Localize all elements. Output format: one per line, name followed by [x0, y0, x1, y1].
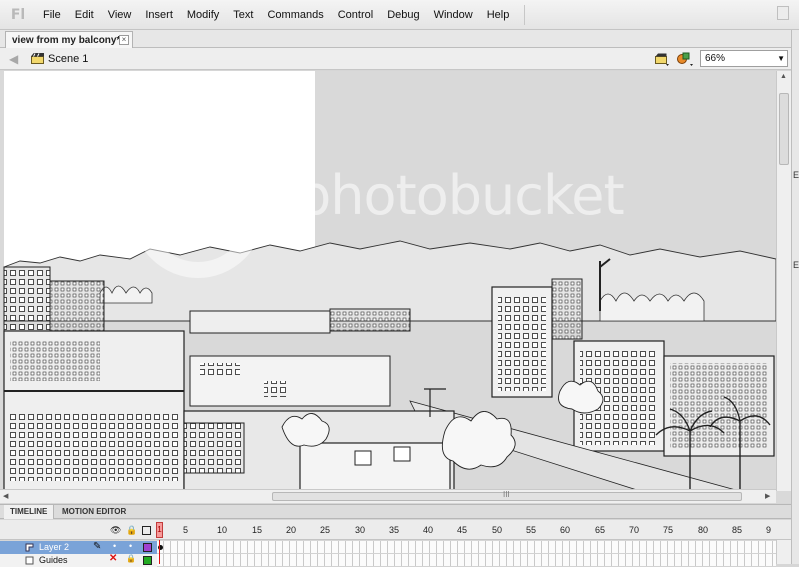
layer-color-swatch[interactable] — [143, 543, 152, 552]
pencil-icon: ✎ — [93, 541, 102, 552]
menu-debug[interactable]: Debug — [380, 0, 426, 30]
menu-modify[interactable]: Modify — [180, 0, 226, 30]
playhead[interactable]: 1 — [156, 522, 163, 538]
frame-number: 35 — [389, 525, 400, 535]
right-panel-edge: E E — [791, 30, 799, 564]
layer-name-cell[interactable]: Layer 2 ✎ • • — [0, 541, 157, 554]
layer-name[interactable]: Layer 2 — [39, 542, 69, 552]
frame-number: 9 — [766, 525, 772, 535]
document-title: view from my balcony* — [12, 34, 121, 46]
timeline-header: 👁 🔒 1 5 10 15 20 25 30 35 40 45 50 55 60… — [0, 520, 791, 540]
lock-icon[interactable]: 🔒 — [126, 554, 136, 563]
lock-icon[interactable]: 🔒 — [126, 525, 137, 536]
menu-commands[interactable]: Commands — [260, 0, 330, 30]
app-logo: Fl — [10, 6, 26, 23]
frame-number: 70 — [629, 525, 640, 535]
zoom-select[interactable]: 66% ▼ — [700, 50, 788, 67]
menu-file[interactable]: File — [36, 0, 68, 30]
menu-view[interactable]: View — [101, 0, 139, 30]
frame-number: 20 — [286, 525, 297, 535]
frame-number: 65 — [595, 525, 606, 535]
visibility-dot[interactable]: • — [113, 541, 116, 551]
layer-name-cell[interactable]: Guides ✕ 🔒 — [0, 553, 157, 567]
edit-bar: ◀ Scene 1 66% ▼ — [0, 48, 791, 70]
document-tab-bar: view from my balcony* × — [0, 30, 791, 48]
frame-number: 40 — [423, 525, 434, 535]
tab-timeline[interactable]: TIMELINE — [4, 505, 55, 519]
frame-number: 25 — [320, 525, 331, 535]
menu-text[interactable]: Text — [226, 0, 260, 30]
stage-area[interactable]: photobucket ▲ ◀ III ▶ — [0, 71, 791, 503]
frame-number: 15 — [252, 525, 263, 535]
scroll-up-icon[interactable]: ▲ — [780, 73, 787, 80]
zoom-value: 66% — [705, 53, 726, 64]
edit-scene-icon[interactable] — [654, 51, 670, 67]
scroll-right-icon[interactable]: ▶ — [765, 492, 770, 500]
lock-dot[interactable]: • — [129, 541, 132, 551]
scroll-left-icon[interactable]: ◀ — [3, 492, 8, 500]
edit-symbols-icon[interactable] — [676, 51, 694, 67]
chevron-down-icon: ▼ — [777, 54, 785, 63]
layer-frames[interactable] — [157, 554, 776, 567]
outline-icon[interactable] — [142, 526, 151, 535]
frame-number: 80 — [698, 525, 709, 535]
frame-number: 60 — [560, 525, 571, 535]
menu-insert[interactable]: Insert — [138, 0, 180, 30]
menu-help[interactable]: Help — [480, 0, 517, 30]
menu-bar: Fl File Edit View Insert Modify Text Com… — [0, 0, 799, 30]
artwork-city-drawing[interactable] — [0, 71, 776, 491]
stage-horizontal-scrollbar[interactable]: ◀ III ▶ — [0, 489, 776, 503]
scene-icon — [31, 53, 44, 64]
hidden-x-icon[interactable]: ✕ — [109, 553, 117, 564]
document-tab[interactable]: view from my balcony* × — [5, 31, 133, 48]
menu-edit[interactable]: Edit — [68, 0, 101, 30]
frame-number: 75 — [663, 525, 674, 535]
frame-number: 5 — [183, 525, 189, 535]
frame-number: 55 — [526, 525, 537, 535]
layer-row[interactable]: Layer 2 ✎ • • — [0, 541, 791, 554]
close-icon[interactable]: × — [119, 35, 129, 45]
scene-label[interactable]: Scene 1 — [48, 53, 88, 65]
eye-icon[interactable]: 👁 — [110, 525, 121, 536]
panel-tag[interactable]: E — [793, 260, 799, 270]
layer-frames[interactable] — [157, 541, 776, 554]
frame-number: 45 — [457, 525, 468, 535]
layer-row[interactable]: Guides ✕ 🔒 — [0, 553, 791, 567]
frame-number: 30 — [355, 525, 366, 535]
tab-motion-editor[interactable]: MOTION EDITOR — [56, 505, 132, 519]
timeline-tab-bar: TIMELINE MOTION EDITOR — [0, 504, 791, 519]
playhead-line — [159, 540, 160, 564]
back-arrow-icon[interactable]: ◀ — [9, 52, 18, 66]
menu-window[interactable]: Window — [427, 0, 480, 30]
window-control-button[interactable] — [777, 6, 789, 20]
horizontal-scroll-thumb[interactable]: III — [272, 490, 742, 501]
frame-number: 50 — [492, 525, 503, 535]
stage-vertical-scrollbar[interactable]: ▲ — [776, 71, 791, 491]
frame-number: 10 — [217, 525, 228, 535]
frame-number: 85 — [732, 525, 743, 535]
timeline-vertical-scrollbar[interactable] — [776, 540, 791, 564]
layer-icon — [25, 543, 34, 552]
menu-separator — [524, 4, 526, 25]
menu-control[interactable]: Control — [331, 0, 380, 30]
vertical-scroll-thumb[interactable] — [779, 93, 789, 165]
scroll-grip-icon: III — [503, 490, 510, 499]
panel-tag[interactable]: E — [793, 170, 799, 180]
